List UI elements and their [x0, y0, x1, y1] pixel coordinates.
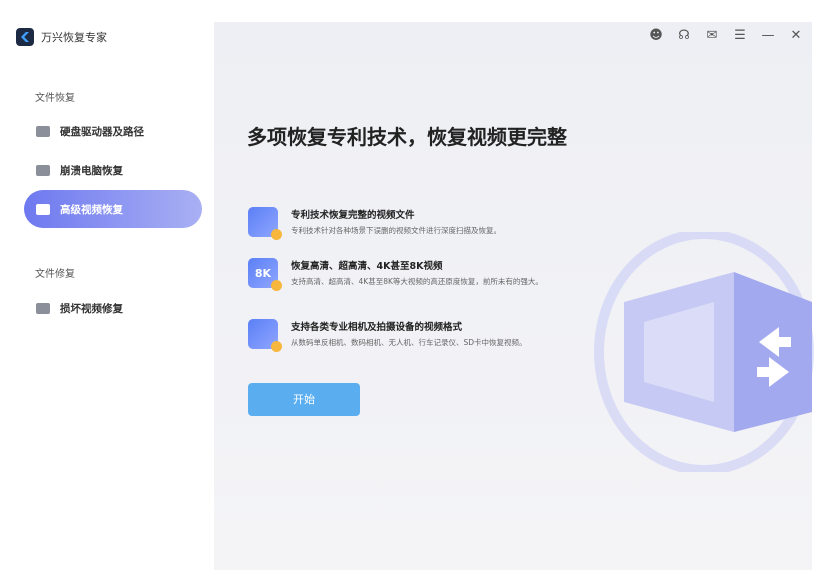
monitor-icon — [36, 164, 50, 176]
main-panel: ☻ ☊ ✉ ☰ — ✕ 多项恢复专利技术，恢复视频更完整 专利技术恢复完整的视频… — [214, 22, 814, 570]
sidebar-item-label: 硬盘驱动器及路径 — [60, 125, 144, 138]
headset-icon[interactable]: ☊ — [676, 28, 692, 43]
section-file-recovery: 文件恢复 — [35, 93, 75, 104]
titlebar-controls: ☻ ☊ ✉ ☰ — ✕ — [648, 28, 804, 43]
feature-title: 专利技术恢复完整的视频文件 — [291, 210, 415, 221]
close-icon[interactable]: ✕ — [788, 28, 804, 43]
feature-title: 支持各类专业相机及拍摄设备的视频格式 — [291, 322, 463, 333]
camera-icon — [248, 319, 282, 352]
start-button[interactable]: 开始 — [248, 383, 360, 416]
repair-icon — [36, 302, 50, 314]
app-title: 万兴恢复专家 — [41, 31, 107, 44]
page-title: 多项恢复专利技术，恢复视频更完整 — [247, 125, 567, 149]
feature-item: 支持各类专业相机及拍摄设备的视频格式从数码单反相机、数码相机、无人机、行车记录仪… — [248, 319, 568, 352]
feature-desc: 从数码单反相机、数码相机、无人机、行车记录仪、SD卡中恢复视频。 — [291, 338, 527, 347]
sidebar-item-drives[interactable]: 硬盘驱动器及路径 — [24, 112, 202, 150]
certificate-icon — [248, 207, 282, 240]
minimize-icon[interactable]: — — [760, 28, 776, 43]
hard-drive-icon — [36, 125, 50, 137]
sidebar-item-label: 崩溃电脑恢复 — [60, 164, 123, 177]
app-logo: 万兴恢复专家 — [16, 28, 107, 46]
video-camera-icon — [36, 203, 50, 215]
section-file-repair: 文件修复 — [35, 269, 75, 280]
sidebar-item-video-repair[interactable]: 损坏视频修复 — [24, 289, 202, 327]
sidebar-item-label: 损坏视频修复 — [60, 302, 123, 315]
feature-desc: 专利技术针对各种场景下误删的视频文件进行深度扫描及恢复。 — [291, 226, 501, 235]
sidebar-item-crashed-pc[interactable]: 崩溃电脑恢复 — [24, 151, 202, 189]
sidebar-item-advanced-video[interactable]: 高级视频恢复 — [24, 190, 202, 228]
feature-desc: 支持高清、超高清、4K甚至8K等大视频的高还原度恢复，前所未有的强大。 — [291, 277, 543, 286]
feature-title: 恢复高清、超高清、4K甚至8K视频 — [291, 261, 443, 272]
logo-icon — [16, 28, 34, 46]
menu-icon[interactable]: ☰ — [732, 28, 748, 43]
feature-item: 专利技术恢复完整的视频文件专利技术针对各种场景下误删的视频文件进行深度扫描及恢复… — [248, 207, 568, 240]
mail-icon[interactable]: ✉ — [704, 28, 720, 43]
user-icon[interactable]: ☻ — [648, 28, 664, 43]
sidebar-item-label: 高级视频恢复 — [60, 203, 123, 216]
sidebar: 万兴恢复专家 文件恢复 硬盘驱动器及路径 崩溃电脑恢复 高级视频恢复 文件修复 … — [0, 22, 214, 570]
video-recovery-illustration — [594, 232, 814, 472]
feature-item: 8K 恢复高清、超高清、4K甚至8K视频支持高清、超高清、4K甚至8K等大视频的高… — [248, 258, 568, 291]
8k-icon: 8K — [248, 258, 282, 291]
